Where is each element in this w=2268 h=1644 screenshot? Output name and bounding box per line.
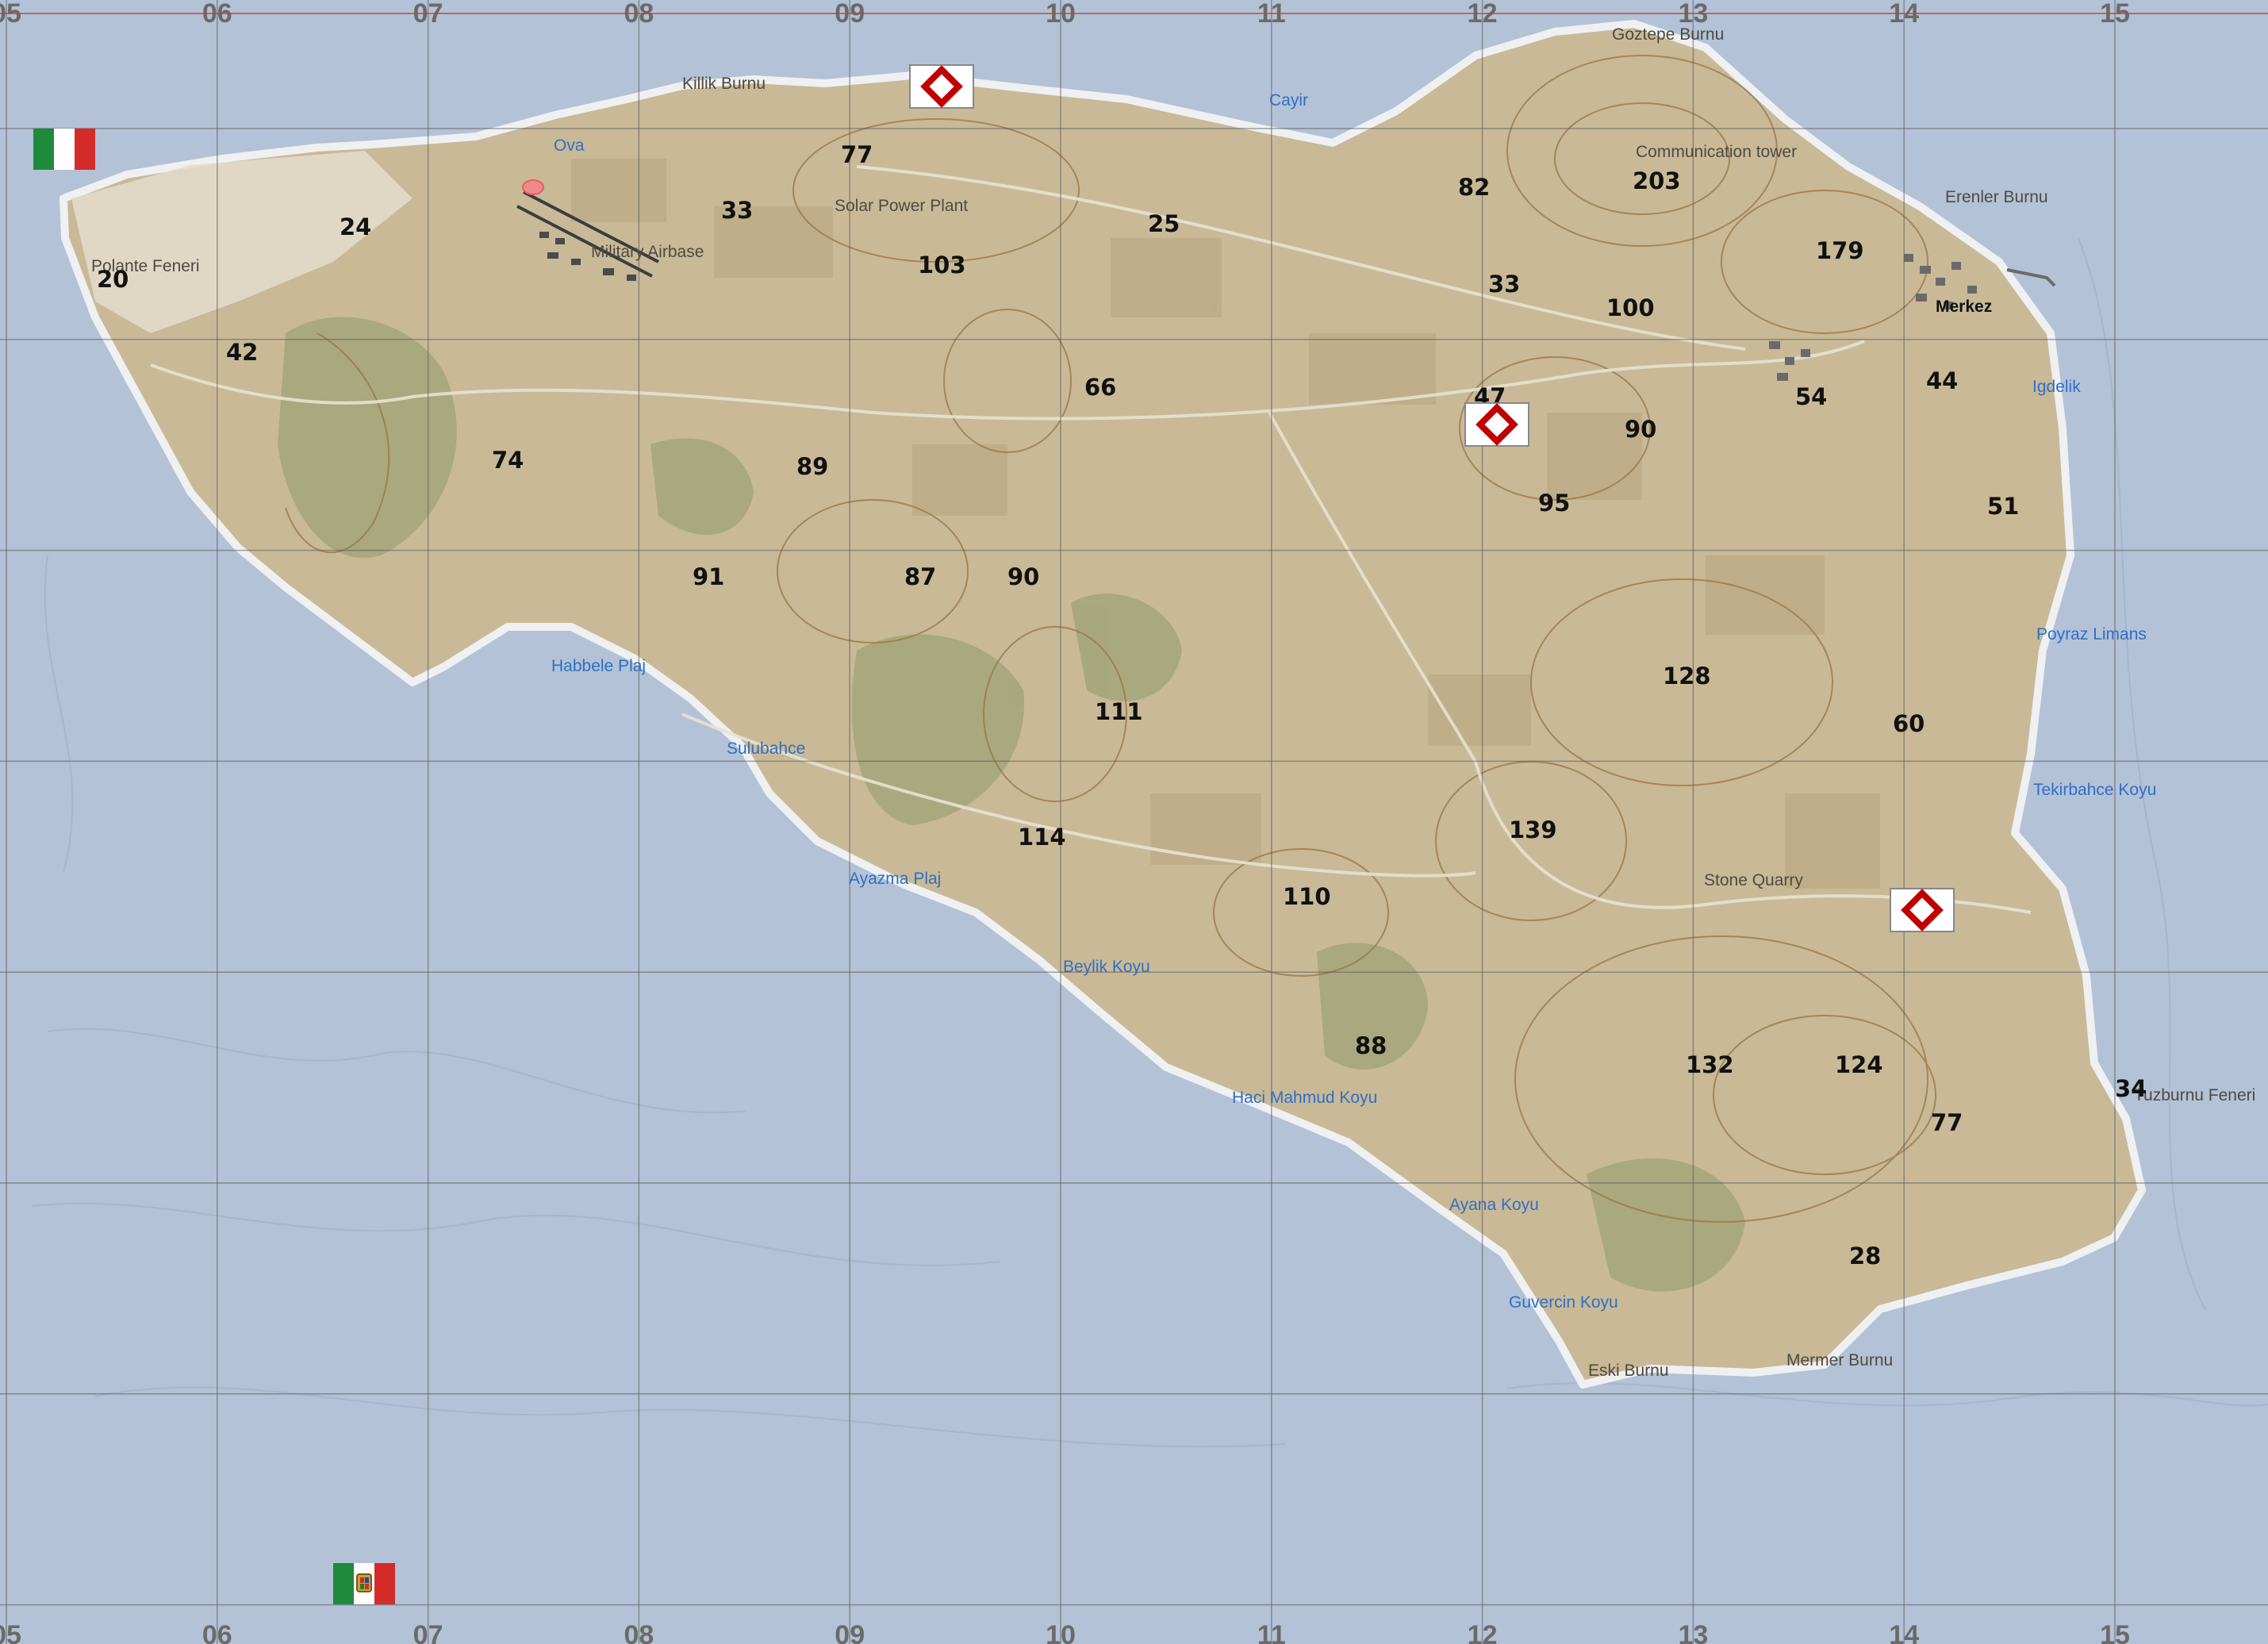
- objective-marker[interactable]: [1890, 888, 1955, 932]
- label-killik-burnu: Killik Burnu: [682, 75, 766, 93]
- label-military-airbase: Military Airbase: [591, 243, 704, 261]
- elevation-label: 90: [1007, 563, 1039, 590]
- label-beylik-koyu: Beylik Koyu: [1063, 958, 1150, 976]
- grid-label-bottom: 11: [1257, 1620, 1286, 1644]
- label-ayazma-plaj: Ayazma Plaj: [849, 870, 941, 888]
- elevation-label: 128: [1663, 663, 1711, 689]
- map-view[interactable]: 0505060607070808090910101111121213131414…: [0, 0, 2268, 1644]
- grid-label-bottom: 08: [624, 1620, 654, 1644]
- elevation-label: 33: [721, 197, 753, 224]
- label-habbele-plaj: Habbele Plaj: [551, 657, 646, 675]
- label-tekirbahce-koyu: Tekirbahce Koyu: [2033, 781, 2156, 799]
- elevation-label: 95: [1538, 490, 1570, 517]
- label-communication-tower: Communication tower: [1636, 143, 1797, 161]
- elevation-label: 77: [841, 141, 873, 168]
- grid-label-bottom: 15: [2100, 1620, 2130, 1644]
- italian-flag-icon: [33, 129, 95, 170]
- objective-marker[interactable]: [1464, 402, 1529, 447]
- italian-naval-ensign-icon: [333, 1563, 395, 1604]
- elevation-label: 51: [1987, 493, 2019, 520]
- grid-label-bottom: 07: [413, 1620, 443, 1644]
- elevation-label: 44: [1926, 367, 1958, 394]
- label-ova: Ova: [554, 136, 585, 155]
- elevation-label: 179: [1816, 237, 1864, 264]
- elevation-label: 87: [904, 563, 936, 590]
- grid-label-bottom: 13: [1678, 1620, 1708, 1644]
- elevation-label: 60: [1893, 710, 1925, 737]
- grid-label-bottom: 05: [0, 1620, 21, 1644]
- elevation-label: 89: [796, 453, 828, 480]
- label-sulubahce: Sulubahce: [727, 739, 805, 758]
- label-erenler-burnu: Erenler Burnu: [1945, 188, 2048, 206]
- elevation-label: 124: [1835, 1051, 1883, 1078]
- label-poyraz-limans: Poyraz Limans: [2036, 625, 2147, 643]
- elevation-label: 132: [1686, 1051, 1734, 1078]
- label-stone-quarry: Stone Quarry: [1704, 871, 1803, 889]
- label-cayir: Cayir: [1269, 91, 1308, 109]
- label-haci-mahmud-koyu: Haci Mahmud Koyu: [1232, 1089, 1377, 1107]
- elevation-label: 33: [1488, 271, 1520, 298]
- elevation-label: 100: [1606, 294, 1655, 321]
- elevation-label: 88: [1355, 1032, 1387, 1059]
- label-goztepe-burnu: Goztepe Burnu: [1612, 25, 1724, 44]
- elevation-label: 111: [1095, 698, 1143, 725]
- elevation-label: 24: [340, 213, 371, 240]
- label-eski-burnu: Eski Burnu: [1588, 1362, 1669, 1380]
- label-mermer-burnu: Mermer Burnu: [1786, 1351, 1893, 1369]
- objective-marker[interactable]: [909, 64, 974, 109]
- elevation-label: 28: [1849, 1243, 1881, 1269]
- elevation-label: 90: [1625, 416, 1656, 443]
- elevation-label: 82: [1458, 174, 1490, 201]
- elevation-label: 74: [492, 447, 524, 474]
- elevation-label: 77: [1931, 1109, 1963, 1136]
- elevation-label: 103: [918, 252, 966, 278]
- elevation-label: 54: [1795, 383, 1827, 410]
- grid-label-bottom: 06: [202, 1620, 232, 1644]
- elevation-label: 203: [1633, 167, 1681, 194]
- elevation-label: 91: [693, 563, 724, 590]
- elevation-label: 139: [1509, 816, 1557, 843]
- grid-label-bottom: 14: [1889, 1620, 1919, 1644]
- elevation-label: 34: [2115, 1075, 2147, 1102]
- elevation-label: 25: [1148, 210, 1180, 237]
- label-solar-power-plant: Solar Power Plant: [835, 197, 968, 215]
- label-tuzburnu-feneri: Tuzburnu Feneri: [2134, 1086, 2255, 1104]
- label-ayana-koyu: Ayana Koyu: [1449, 1196, 1539, 1214]
- elevation-label: 110: [1283, 883, 1331, 910]
- label-igdelik: Igdelik: [2032, 378, 2081, 396]
- grid-label-bottom: 09: [835, 1620, 865, 1644]
- elevation-label: 114: [1018, 824, 1066, 851]
- grid-label-bottom: 10: [1046, 1620, 1076, 1644]
- label-guvercin-koyu: Guvercin Koyu: [1509, 1293, 1618, 1312]
- elevation-label: 42: [226, 339, 258, 366]
- elevation-label: 66: [1084, 374, 1116, 401]
- grid-label-bottom: 12: [1468, 1620, 1498, 1644]
- label-merkez: Merkez: [1936, 298, 1992, 316]
- elevation-label: 20: [97, 266, 129, 293]
